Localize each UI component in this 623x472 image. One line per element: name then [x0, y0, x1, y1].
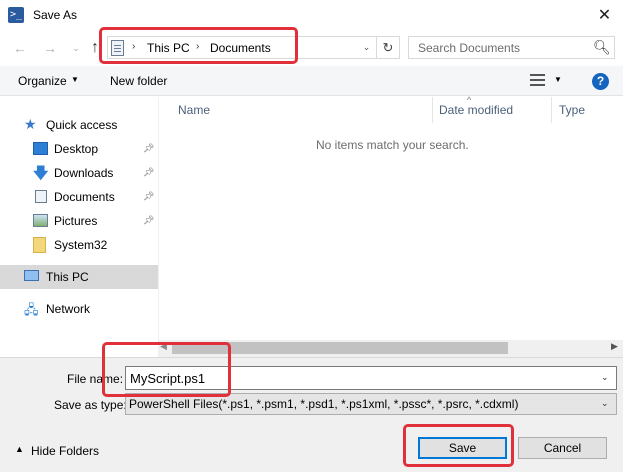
pin-icon[interactable]: 📌︎: [143, 215, 154, 226]
address-dropdown-icon[interactable]: ⌄: [357, 36, 376, 59]
navigation-pane: ★ Quick access Desktop 📌︎ 🡇 Downloads 📌︎…: [0, 97, 158, 347]
nav-item-downloads[interactable]: 🡇 Downloads 📌︎: [0, 161, 158, 185]
save-options-panel: File name: MyScript.ps1 ⌄ Save as type: …: [0, 357, 623, 472]
pin-icon[interactable]: 📌︎: [143, 191, 154, 202]
help-icon[interactable]: ?: [592, 73, 609, 90]
pane-divider[interactable]: [158, 97, 159, 340]
pin-icon[interactable]: 📌︎: [143, 167, 154, 178]
forward-arrow-icon[interactable]: →: [40, 37, 60, 59]
nav-item-quick-access[interactable]: ★ Quick access: [0, 113, 158, 137]
column-header-name[interactable]: Name: [178, 103, 210, 117]
download-arrow-icon: 🡇: [33, 165, 49, 182]
nav-label: Desktop: [54, 142, 99, 156]
nav-label: Quick access: [46, 118, 118, 132]
column-divider[interactable]: [551, 97, 552, 123]
search-input[interactable]: Search Documents: [418, 41, 520, 55]
nav-item-pictures[interactable]: Pictures 📌︎: [0, 209, 158, 233]
chevron-down-icon[interactable]: ⌄: [66, 37, 86, 59]
nav-label: System32: [54, 238, 108, 252]
window-title: Save As: [33, 8, 78, 22]
new-folder-button[interactable]: New folder: [110, 74, 167, 88]
nav-item-this-pc[interactable]: This PC: [0, 265, 158, 289]
search-icon[interactable]: 🔍︎: [593, 39, 611, 56]
title-bar: >_ Save As ✕: [0, 0, 623, 31]
save-as-type-value[interactable]: PowerShell Files(*.ps1, *.psm1, *.psd1, …: [129, 397, 518, 411]
organize-button[interactable]: Organize: [18, 74, 67, 88]
search-box[interactable]: Search Documents 🔍︎: [408, 36, 615, 59]
nav-item-documents[interactable]: Documents 📌︎: [0, 185, 158, 209]
nav-item-network[interactable]: 🖧︎ Network: [0, 297, 158, 321]
annotation-highlight-file-name: [102, 342, 231, 397]
computer-icon: [24, 270, 39, 281]
save-as-type-label: Save as type:: [54, 398, 127, 412]
refresh-icon[interactable]: ↻: [377, 36, 400, 59]
document-icon: [35, 190, 47, 203]
nav-label: Pictures: [54, 214, 98, 228]
column-divider[interactable]: [432, 97, 433, 123]
desktop-icon: [33, 142, 48, 155]
star-icon: ★: [24, 116, 37, 132]
column-headers: ^ Name Date modified Type: [170, 95, 623, 123]
view-options-icon[interactable]: [530, 74, 545, 86]
nav-item-desktop[interactable]: Desktop 📌︎: [0, 137, 158, 161]
nav-label: Downloads: [54, 166, 114, 180]
powershell-icon: >_: [8, 7, 24, 23]
nav-label: Documents: [54, 190, 115, 204]
annotation-highlight-save: [403, 424, 514, 467]
network-icon: 🖧︎: [24, 302, 39, 317]
chevron-down-icon[interactable]: ⌄: [601, 372, 609, 383]
cancel-button[interactable]: Cancel: [518, 437, 607, 459]
back-arrow-icon[interactable]: ←: [10, 37, 30, 59]
pin-icon[interactable]: 📌︎: [143, 143, 154, 154]
hide-folders-button[interactable]: Hide Folders: [31, 444, 99, 458]
column-header-date-modified[interactable]: Date modified: [439, 103, 513, 117]
command-toolbar: Organize ▼ New folder ▼ ?: [0, 66, 623, 96]
chevron-down-icon[interactable]: ⌄: [601, 398, 609, 409]
folder-icon: [33, 237, 46, 253]
close-button[interactable]: ✕: [586, 0, 623, 31]
empty-state-message: No items match your search.: [316, 138, 469, 152]
caret-down-icon[interactable]: ▼: [554, 75, 562, 84]
nav-item-system32[interactable]: System32: [0, 233, 158, 257]
column-header-type[interactable]: Type: [559, 103, 585, 117]
caret-down-icon[interactable]: ▼: [71, 75, 79, 84]
nav-label: Network: [46, 302, 91, 316]
annotation-highlight-address: [99, 27, 298, 64]
nav-label: This PC: [46, 270, 89, 284]
pictures-icon: [33, 214, 48, 227]
caret-up-icon[interactable]: ▲: [15, 444, 24, 454]
scroll-right-icon[interactable]: ▶: [611, 341, 618, 352]
